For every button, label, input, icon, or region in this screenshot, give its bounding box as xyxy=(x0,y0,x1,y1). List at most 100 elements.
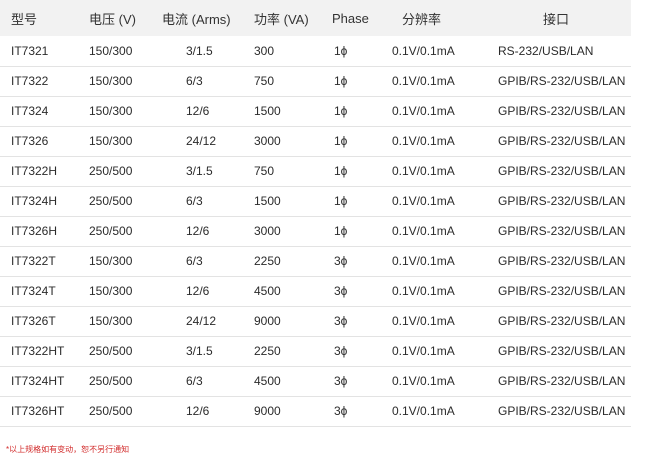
cell-interface: GPIB/RS-232/USB/LAN xyxy=(498,74,626,88)
cell-current: 6/3 xyxy=(186,194,203,208)
cell-power: 4500 xyxy=(254,284,281,298)
cell-voltage: 250/500 xyxy=(89,404,133,418)
table-row: IT7324HT 250/500 6/3 4500 3ϕ 0.1V/0.1mA GPIB/R… xyxy=(0,366,631,396)
cell-current: 12/6 xyxy=(186,284,210,298)
table-row: IT7324 150/300 12/6 1500 1ϕ 0.1V/0.1mA GPIB/RS… xyxy=(0,96,631,126)
cell-phase: 1ϕ xyxy=(334,164,348,178)
cell-model: IT7324H xyxy=(11,194,58,208)
cell-interface: GPIB/RS-232/USB/LAN xyxy=(498,194,626,208)
cell-phase: 3ϕ xyxy=(334,284,348,298)
table-row: IT7326T 150/300 24/12 9000 3ϕ 0.1V/0.1mA GPIB/… xyxy=(0,306,631,336)
cell-voltage: 250/500 xyxy=(89,344,133,358)
cell-resolution: 0.1V/0.1mA xyxy=(392,134,455,148)
cell-phase: 1ϕ xyxy=(334,43,348,58)
cell-current: 12/6 xyxy=(186,404,210,418)
cell-interface: GPIB/RS-232/USB/LAN xyxy=(498,284,626,298)
cell-resolution: 0.1V/0.1mA xyxy=(392,224,455,238)
cell-voltage: 150/300 xyxy=(89,254,133,268)
table-row: IT7322HT 250/500 3/1.5 2250 3ϕ 0.1V/0.1mA GPIB… xyxy=(0,336,631,366)
table-row: IT7322H 250/500 3/1.5 750 1ϕ 0.1V/0.1mA GPIB/R… xyxy=(0,156,631,186)
header-power: 功率 (VA) xyxy=(254,11,309,27)
cell-phase: 3ϕ xyxy=(334,314,348,328)
cell-interface: GPIB/RS-232/USB/LAN xyxy=(498,224,626,238)
cell-resolution: 0.1V/0.1mA xyxy=(392,104,455,118)
cell-power: 2250 xyxy=(254,344,281,358)
cell-interface: GPIB/RS-232/USB/LAN xyxy=(498,314,626,328)
cell-resolution: 0.1V/0.1mA xyxy=(392,254,455,268)
cell-voltage: 250/500 xyxy=(89,374,133,388)
cell-current: 6/3 xyxy=(186,254,203,268)
cell-power: 9000 xyxy=(254,404,281,418)
cell-voltage: 150/300 xyxy=(89,134,133,148)
cell-interface: GPIB/RS-232/USB/LAN xyxy=(498,254,626,268)
cell-current: 12/6 xyxy=(186,224,210,238)
cell-voltage: 150/300 xyxy=(89,43,133,58)
cell-interface: GPIB/RS-232/USB/LAN xyxy=(498,344,626,358)
header-resolution: 分辨率 xyxy=(402,11,442,27)
cell-voltage: 150/300 xyxy=(89,74,133,88)
cell-model: IT7321 xyxy=(11,43,49,58)
cell-power: 3000 xyxy=(254,224,281,238)
cell-current: 24/12 xyxy=(186,314,217,328)
cell-current: 3/1.5 xyxy=(186,43,213,58)
cell-voltage: 250/500 xyxy=(89,164,133,178)
header-row: 型号 电压 (V) 电流 (Arms) 功率 (VA) Phase 分辨率 接口 xyxy=(0,0,631,36)
cell-phase: 3ϕ xyxy=(334,344,348,358)
cell-current: 12/6 xyxy=(186,104,210,118)
cell-voltage: 250/500 xyxy=(89,194,133,208)
cell-model: IT7322 xyxy=(11,74,49,88)
cell-interface: GPIB/RS-232/USB/LAN xyxy=(498,374,626,388)
cell-power: 1500 xyxy=(254,104,281,118)
footnote: *以上规格如有变动，恕不另行通知 xyxy=(6,445,130,454)
cell-resolution: 0.1V/0.1mA xyxy=(392,404,455,418)
table-body: IT7321 150/300 3/1.5 300 1ϕ 0.1V/0.1mA RS-232/… xyxy=(0,36,631,426)
table-row: IT7321 150/300 3/1.5 300 1ϕ 0.1V/0.1mA RS-232/… xyxy=(0,36,631,66)
cell-model: IT7324 xyxy=(11,104,49,118)
cell-interface: GPIB/RS-232/USB/LAN xyxy=(498,134,626,148)
cell-resolution: 0.1V/0.1mA xyxy=(392,374,455,388)
cell-phase: 1ϕ xyxy=(334,104,348,118)
cell-resolution: 0.1V/0.1mA xyxy=(392,314,455,328)
cell-model: IT7326T xyxy=(11,314,56,328)
cell-voltage: 150/300 xyxy=(89,314,133,328)
cell-interface: GPIB/RS-232/USB/LAN xyxy=(498,404,626,418)
spec-table: 型号 电压 (V) 电流 (Arms) 功率 (VA) Phase 分辨率 接口… xyxy=(0,0,631,427)
cell-voltage: 150/300 xyxy=(89,104,133,118)
header-current: 电流 (Arms) xyxy=(162,11,231,27)
cell-power: 3000 xyxy=(254,134,281,148)
cell-power: 750 xyxy=(254,74,275,88)
cell-model: IT7322H xyxy=(11,164,58,178)
cell-power: 300 xyxy=(254,43,275,58)
table-row: IT7326 150/300 24/12 3000 1ϕ 0.1V/0.1mA GPIB/R… xyxy=(0,126,631,156)
header-voltage: 电压 (V) xyxy=(89,11,136,27)
cell-power: 2250 xyxy=(254,254,281,268)
cell-model: IT7322HT xyxy=(11,344,65,358)
cell-power: 4500 xyxy=(254,374,281,388)
cell-voltage: 150/300 xyxy=(89,284,133,298)
cell-phase: 3ϕ xyxy=(334,404,348,418)
table-row: IT7322 150/300 6/3 750 1ϕ 0.1V/0.1mA GPIB/RS-2… xyxy=(0,66,631,96)
cell-interface: GPIB/RS-232/USB/LAN xyxy=(498,164,626,178)
table-header: 型号 电压 (V) 电流 (Arms) 功率 (VA) Phase 分辨率 接口 xyxy=(0,0,631,36)
cell-power: 750 xyxy=(254,164,275,178)
cell-model: IT7326HT xyxy=(11,404,65,418)
table-row: IT7324H 250/500 6/3 1500 1ϕ 0.1V/0.1mA GPIB/RS… xyxy=(0,186,631,216)
cell-current: 6/3 xyxy=(186,374,203,388)
cell-current: 24/12 xyxy=(186,134,217,148)
cell-phase: 1ϕ xyxy=(334,194,348,208)
cell-interface: GPIB/RS-232/USB/LAN xyxy=(498,104,626,118)
table-row: IT7326H 250/500 12/6 3000 1ϕ 0.1V/0.1mA GPIB/R… xyxy=(0,216,631,246)
cell-resolution: 0.1V/0.1mA xyxy=(392,284,455,298)
table-row: IT7322T 150/300 6/3 2250 3ϕ 0.1V/0.1mA GPIB/RS… xyxy=(0,246,631,276)
table-row: IT7326HT 250/500 12/6 9000 3ϕ 0.1V/0.1mA GPIB/… xyxy=(0,396,631,426)
cell-phase: 1ϕ xyxy=(334,74,348,88)
cell-phase: 3ϕ xyxy=(334,254,348,268)
header-interface: 接口 xyxy=(543,11,570,27)
cell-model: IT7322T xyxy=(11,254,56,268)
cell-interface: RS-232/USB/LAN xyxy=(498,43,594,58)
header-phase: Phase xyxy=(332,10,369,26)
cell-current: 3/1.5 xyxy=(186,164,213,178)
cell-power: 9000 xyxy=(254,314,281,328)
cell-voltage: 250/500 xyxy=(89,224,133,238)
header-model: 型号 xyxy=(11,11,38,27)
